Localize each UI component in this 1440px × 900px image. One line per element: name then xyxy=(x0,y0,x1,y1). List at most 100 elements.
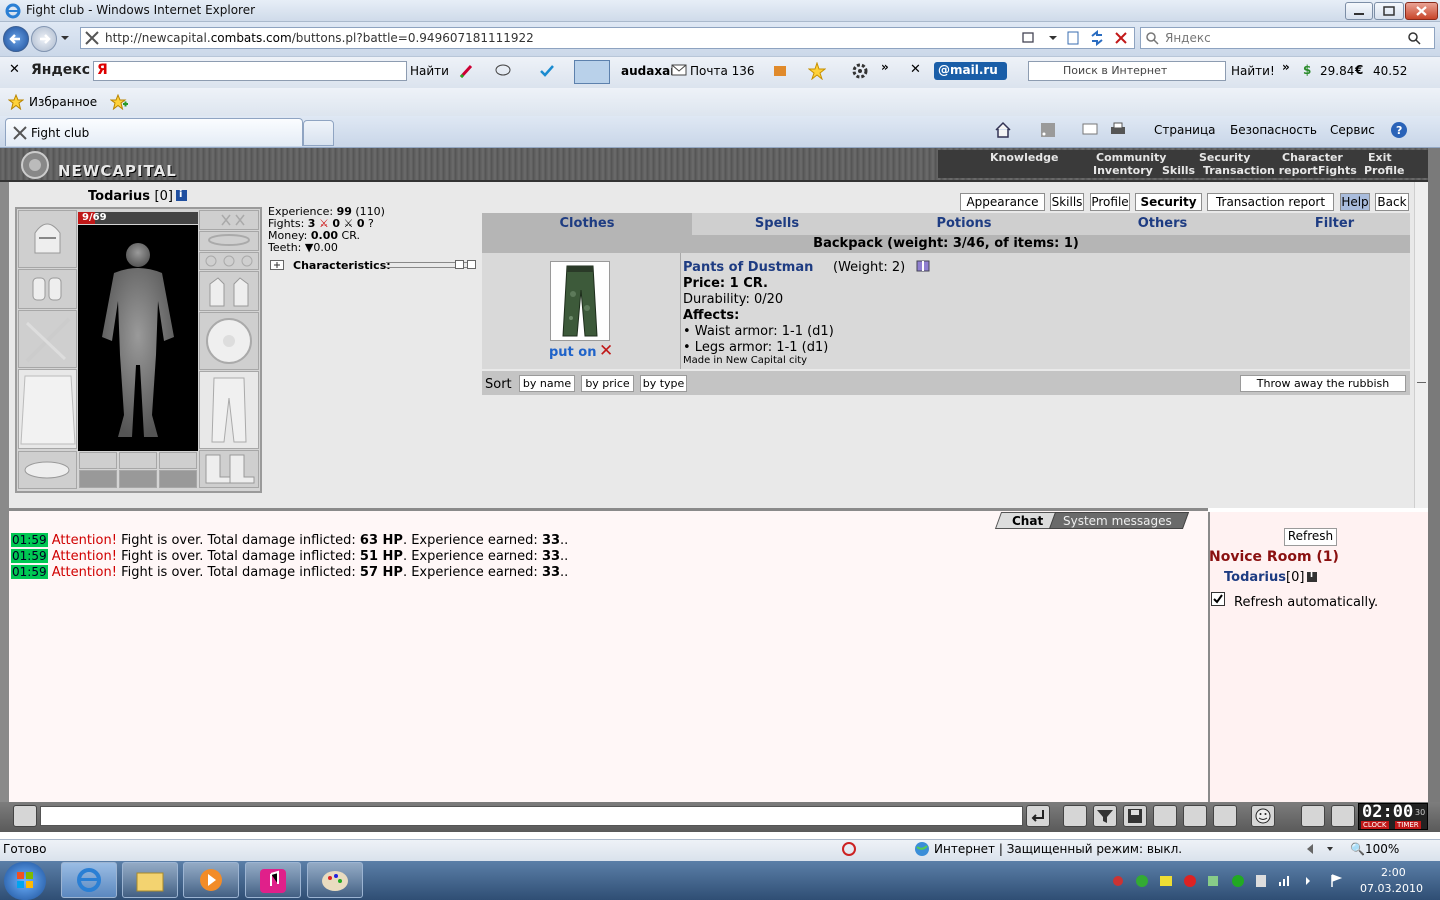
taskbar-itunes-button[interactable] xyxy=(245,862,301,898)
tab-clothes[interactable]: Clothes xyxy=(482,213,692,235)
room-member-name[interactable]: Todarius xyxy=(1224,570,1286,585)
back-button[interactable] xyxy=(3,26,29,52)
expand-icon[interactable] xyxy=(467,260,476,269)
gloves-slot[interactable] xyxy=(199,271,259,311)
close-toolbar-icon[interactable]: ✕ xyxy=(9,62,20,77)
yandex-find-button[interactable]: Найти xyxy=(410,64,449,78)
throw-rubbish-button[interactable]: Throw away the rubbish xyxy=(1240,375,1406,392)
taskbar-ie-button[interactable] xyxy=(61,862,117,898)
add-favorite-icon[interactable] xyxy=(110,94,128,110)
menu-fights[interactable]: Fights xyxy=(1318,164,1357,177)
close-window-button[interactable] xyxy=(1405,2,1438,20)
amulet-slot[interactable] xyxy=(199,231,259,251)
spellcheck-icon[interactable] xyxy=(538,62,556,80)
close-mailru-toolbar-icon[interactable]: ✕ xyxy=(910,62,921,77)
menu-knowledge[interactable]: Knowledge xyxy=(990,151,1059,164)
compatibility-icon[interactable] xyxy=(1021,30,1057,46)
skills-button[interactable]: Skills xyxy=(1050,193,1084,211)
chat-tab-label[interactable]: Chat xyxy=(1012,514,1043,528)
menu-security[interactable]: Security xyxy=(1199,151,1250,164)
save-log-icon[interactable] xyxy=(1123,805,1147,827)
forward-button[interactable] xyxy=(31,26,57,52)
spell-slot-1[interactable] xyxy=(79,452,117,469)
rings-slot[interactable] xyxy=(199,252,259,270)
security-button[interactable]: Security xyxy=(1135,193,1202,211)
more-chevron-icon[interactable]: » xyxy=(1282,60,1290,74)
profile-button[interactable]: Profile xyxy=(1090,193,1130,211)
page-icon[interactable] xyxy=(1065,30,1081,46)
taskbar-explorer-button[interactable] xyxy=(122,862,178,898)
yandex-label[interactable]: Яндекс xyxy=(31,62,90,78)
delete-item-icon[interactable]: ✕ xyxy=(599,341,613,361)
menu-skills[interactable]: Skills xyxy=(1162,164,1195,177)
helmet-slot[interactable] xyxy=(18,210,77,268)
tab-fight-club[interactable]: Fight club xyxy=(5,118,303,146)
taskbar-paint-button[interactable] xyxy=(307,862,363,898)
sort-by-price-button[interactable]: by price xyxy=(581,375,634,392)
info-icon[interactable]: i xyxy=(176,189,187,201)
collapse-icon[interactable] xyxy=(455,260,464,269)
search-box[interactable]: Яндекс xyxy=(1140,27,1435,49)
smiles-icon[interactable] xyxy=(1251,805,1275,827)
auto-refresh-checkbox[interactable] xyxy=(1211,592,1225,606)
tab-potions[interactable]: Potions xyxy=(862,213,1066,235)
pants-item-image[interactable] xyxy=(550,261,610,341)
member-info-icon[interactable]: i xyxy=(1307,570,1317,582)
taskbar-media-button[interactable] xyxy=(183,862,239,898)
clock-timer[interactable]: 02:00 30 CLOCK TIMER xyxy=(1358,802,1428,830)
eraser-icon[interactable] xyxy=(1063,805,1087,827)
leggings-slot[interactable] xyxy=(199,371,259,449)
mail-counter[interactable]: Почта 136 xyxy=(690,64,755,78)
transaction-report-button[interactable]: Transaction report xyxy=(1207,193,1334,211)
spell-slot-6[interactable] xyxy=(159,470,197,488)
tray-icons[interactable] xyxy=(1110,871,1348,891)
character-name[interactable]: Todarius [0] xyxy=(88,189,173,204)
put-on-link[interactable]: put on xyxy=(549,345,597,360)
expand-characteristics-icon[interactable] xyxy=(270,260,284,270)
spell-slot-4[interactable] xyxy=(79,470,117,488)
send-message-icon[interactable] xyxy=(1026,805,1050,827)
back-game-button[interactable]: Back xyxy=(1375,193,1409,211)
exit-door-icon[interactable] xyxy=(1331,805,1355,827)
find-internet-button[interactable]: Найти! xyxy=(1231,64,1275,78)
mailru-logo[interactable]: @mail.ru xyxy=(934,62,1007,80)
favorites-star-icon[interactable] xyxy=(8,94,24,110)
service-menu[interactable]: Сервис xyxy=(1330,123,1375,137)
menu-character[interactable]: Character xyxy=(1282,151,1343,164)
sort-by-type-button[interactable]: by type xyxy=(640,375,687,392)
star-icon[interactable] xyxy=(808,62,826,80)
sound-icon[interactable] xyxy=(1213,805,1237,827)
menu-profile[interactable]: Profile xyxy=(1364,164,1404,177)
help-button[interactable]: Help xyxy=(1340,193,1370,211)
spell-slot-5[interactable] xyxy=(119,470,157,488)
spell-slot-2[interactable] xyxy=(119,452,157,469)
internet-search-input[interactable]: Поиск в Интернет xyxy=(1028,61,1226,81)
menu-community[interactable]: Community xyxy=(1096,151,1166,164)
characteristics-label[interactable]: Characteristics: xyxy=(293,259,391,272)
more-chevron-icon[interactable]: » xyxy=(881,60,889,74)
menu-inventory[interactable]: Inventory xyxy=(1093,164,1153,177)
mail-icon[interactable] xyxy=(671,64,687,76)
spell-slot-3[interactable] xyxy=(159,452,197,469)
pencil-icon[interactable] xyxy=(458,62,476,80)
weapon-slot[interactable] xyxy=(18,310,77,368)
belt-slot[interactable] xyxy=(18,451,77,489)
help-icon[interactable]: ? xyxy=(1390,121,1408,139)
dance-icon[interactable] xyxy=(1153,805,1177,827)
rss-feed-icon[interactable] xyxy=(1040,122,1056,138)
smiley-panel-icon[interactable] xyxy=(13,805,37,827)
box-icon[interactable] xyxy=(772,62,788,78)
translate-button[interactable] xyxy=(574,60,610,84)
popup-blocker-icon[interactable] xyxy=(841,841,857,857)
zoom-tool-icon[interactable] xyxy=(1305,841,1333,857)
boots-slot[interactable] xyxy=(199,450,259,488)
translit-icon[interactable] xyxy=(1183,805,1207,827)
address-bar[interactable]: http://newcapital.combats.com/buttons.pl… xyxy=(80,27,1135,49)
filter-icon[interactable] xyxy=(1093,805,1117,827)
shield-slot[interactable] xyxy=(199,312,259,370)
inventory-scrollbar[interactable] xyxy=(1414,182,1428,508)
taskbar-time[interactable]: 2:00 xyxy=(1381,866,1406,879)
new-tab-button[interactable] xyxy=(303,120,334,146)
home-icon[interactable] xyxy=(994,121,1012,139)
zoom-level[interactable]: 🔍100% xyxy=(1350,842,1399,856)
